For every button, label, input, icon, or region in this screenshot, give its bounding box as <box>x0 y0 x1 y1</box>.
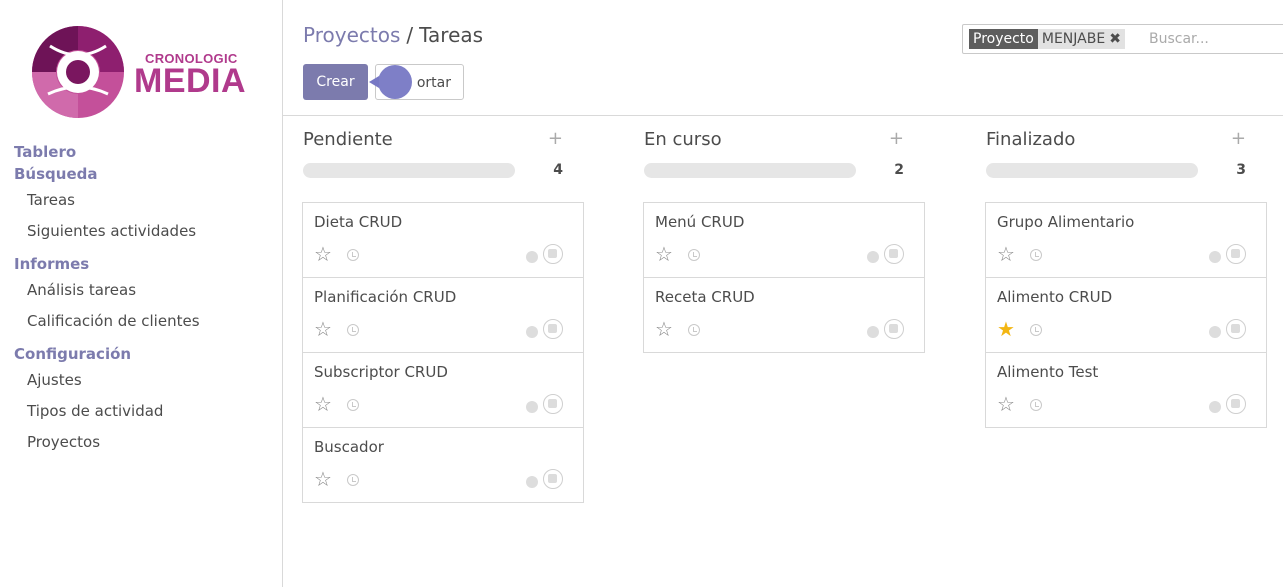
clock-icon[interactable] <box>347 474 359 486</box>
clock-icon[interactable] <box>347 399 359 411</box>
sidebar: CRONOLOGIC MEDIA Tablero Búsqueda Tareas… <box>0 0 283 587</box>
task-card[interactable]: Alimento CRUD ★ <box>986 278 1266 353</box>
sidebar-item-tipos-actividad[interactable]: Tipos de actividad <box>0 396 282 427</box>
plus-icon[interactable]: + <box>548 128 563 149</box>
column-title: Finalizado <box>986 129 1076 150</box>
column-count: 3 <box>1236 162 1246 178</box>
sidebar-item-ajustes[interactable]: Ajustes <box>0 365 282 396</box>
clock-icon[interactable] <box>347 249 359 261</box>
star-icon[interactable]: ☆ <box>655 319 673 339</box>
column-progress-bar <box>303 163 515 178</box>
star-icon[interactable]: ☆ <box>314 244 332 264</box>
sidebar-item-siguientes-actividades[interactable]: Siguientes actividades <box>0 216 282 247</box>
task-card[interactable]: Alimento Test ☆ <box>986 353 1266 428</box>
star-icon[interactable]: ☆ <box>997 394 1015 414</box>
sidebar-section-busqueda: Búsqueda <box>14 165 98 183</box>
status-dot[interactable] <box>526 476 538 488</box>
status-dot[interactable] <box>1209 251 1221 263</box>
breadcrumb-current: Tareas <box>419 23 484 47</box>
status-dot[interactable] <box>1209 326 1221 338</box>
sidebar-section-configuracion: Configuración <box>14 345 132 363</box>
task-card[interactable]: Buscador ☆ <box>303 428 583 503</box>
clock-icon[interactable] <box>347 324 359 336</box>
card-list: Dieta CRUD ☆ Planificación CRUD ☆ Subscr… <box>302 202 584 503</box>
plus-icon[interactable]: + <box>889 128 904 149</box>
clock-icon[interactable] <box>1030 399 1042 411</box>
clock-icon[interactable] <box>1030 249 1042 261</box>
sidebar-item-calificacion-clientes[interactable]: Calificación de clientes <box>0 306 282 337</box>
column-progress-bar <box>986 163 1198 178</box>
avatar-icon <box>884 319 904 339</box>
task-name: Alimento Test <box>997 363 1099 381</box>
task-card[interactable]: Dieta CRUD ☆ <box>303 203 583 278</box>
logo-mark-icon <box>32 26 124 118</box>
avatar-icon <box>1226 244 1246 264</box>
task-card[interactable]: Subscriptor CRUD ☆ <box>303 353 583 428</box>
task-card[interactable]: Menú CRUD ☆ <box>644 203 924 278</box>
task-card[interactable]: Receta CRUD ☆ <box>644 278 924 353</box>
breadcrumb: Proyectos / Tareas <box>303 22 483 48</box>
card-list: Menú CRUD ☆ Receta CRUD ☆ <box>643 202 925 353</box>
status-dot[interactable] <box>526 251 538 263</box>
status-dot[interactable] <box>526 401 538 413</box>
task-name: Receta CRUD <box>655 288 755 306</box>
avatar-icon <box>543 244 563 264</box>
task-name: Menú CRUD <box>655 213 745 231</box>
star-icon[interactable]: ☆ <box>314 319 332 339</box>
avatar-icon <box>543 394 563 414</box>
sidebar-item-analisis-tareas[interactable]: Análisis tareas <box>0 275 282 306</box>
search-bar[interactable]: Proyecto MENJABE ✖ <box>962 24 1283 54</box>
avatar-icon <box>1226 319 1246 339</box>
facet-label: Proyecto <box>969 29 1038 49</box>
task-name: Subscriptor CRUD <box>314 363 448 381</box>
avatar-icon <box>543 469 563 489</box>
star-icon[interactable]: ☆ <box>997 244 1015 264</box>
column-title: En curso <box>644 129 722 150</box>
close-icon[interactable]: ✖ <box>1109 29 1125 49</box>
brand-logo[interactable]: CRONOLOGIC MEDIA <box>30 24 270 124</box>
sidebar-item-tareas[interactable]: Tareas <box>0 185 282 216</box>
column-count: 4 <box>553 162 563 178</box>
sidebar-item-proyectos[interactable]: Proyectos <box>0 427 282 458</box>
task-card[interactable]: Grupo Alimentario ☆ <box>986 203 1266 278</box>
column-progress-bar <box>644 163 856 178</box>
task-name: Buscador <box>314 438 384 456</box>
task-name: Grupo Alimentario <box>997 213 1135 231</box>
facet-value: MENJABE <box>1037 29 1110 49</box>
column-title: Pendiente <box>303 129 393 150</box>
search-input[interactable] <box>1149 29 1279 49</box>
status-dot[interactable] <box>1209 401 1221 413</box>
card-list: Grupo Alimentario ☆ Alimento CRUD ★ Alim… <box>985 202 1267 428</box>
task-name: Planificación CRUD <box>314 288 457 306</box>
star-icon[interactable]: ☆ <box>655 244 673 264</box>
search-facet: Proyecto MENJABE ✖ <box>969 29 1125 49</box>
breadcrumb-separator: / <box>406 23 414 47</box>
clock-icon[interactable] <box>1030 324 1042 336</box>
sidebar-menu: Tablero Búsqueda Tareas Siguientes activ… <box>0 141 282 458</box>
sidebar-section-tablero[interactable]: Tablero <box>0 141 282 163</box>
control-panel: Proyectos / Tareas Crear ortar Proyecto ME… <box>283 0 1283 116</box>
status-dot[interactable] <box>867 326 879 338</box>
avatar-icon <box>1226 394 1246 414</box>
star-icon[interactable]: ☆ <box>314 394 332 414</box>
status-dot[interactable] <box>526 326 538 338</box>
clock-icon[interactable] <box>688 324 700 336</box>
plus-icon[interactable]: + <box>1231 128 1246 149</box>
column-count: 2 <box>894 162 904 178</box>
status-dot[interactable] <box>867 251 879 263</box>
click-indicator-icon <box>378 65 412 99</box>
star-filled-icon[interactable]: ★ <box>997 319 1015 339</box>
brand-name-main: MEDIA <box>134 62 247 100</box>
avatar-icon <box>884 244 904 264</box>
breadcrumb-proyectos[interactable]: Proyectos <box>303 23 400 47</box>
task-card[interactable]: Planificación CRUD ☆ <box>303 278 583 353</box>
task-name: Dieta CRUD <box>314 213 403 231</box>
star-icon[interactable]: ☆ <box>314 469 332 489</box>
clock-icon[interactable] <box>688 249 700 261</box>
avatar-icon <box>543 319 563 339</box>
create-button[interactable]: Crear <box>303 64 368 100</box>
task-name: Alimento CRUD <box>997 288 1113 306</box>
sidebar-section-informes: Informes <box>14 255 90 273</box>
